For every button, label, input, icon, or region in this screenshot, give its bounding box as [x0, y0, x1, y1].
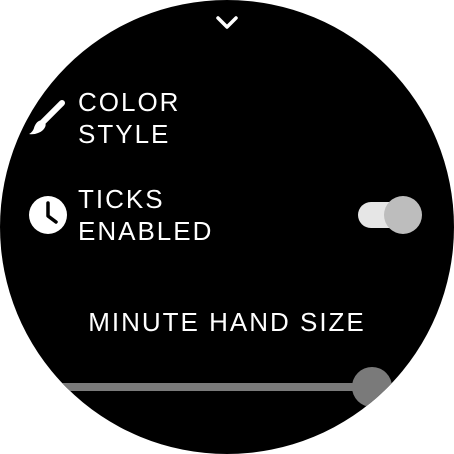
ticks-enabled-setting[interactable]: TICKS ENABLED: [24, 183, 434, 253]
chevron-down-icon[interactable]: [213, 12, 241, 34]
paintbrush-icon: [29, 100, 65, 135]
ticks-enabled-label-line2: ENABLED: [78, 216, 214, 246]
toggle-thumb: [384, 196, 422, 234]
ticks-enabled-toggle[interactable]: [356, 196, 424, 234]
color-style-label-line1: COLOR: [78, 87, 181, 117]
color-style-label-line2: STYLE: [78, 119, 171, 149]
color-style-label: COLOR STYLE: [78, 86, 180, 150]
ticks-enabled-label: TICKS ENABLED: [78, 183, 213, 247]
watch-face-screen: COLOR STYLE TICKS ENABLED MINUTE HAND SI…: [0, 0, 454, 454]
minute-hand-size-title: MINUTE HAND SIZE: [88, 307, 366, 337]
ticks-enabled-label-line1: TICKS: [78, 184, 165, 214]
clock-icon: [29, 196, 67, 234]
color-style-setting[interactable]: COLOR STYLE: [24, 86, 324, 156]
slider-thumb[interactable]: [352, 367, 392, 407]
minute-hand-size-slider[interactable]: [0, 362, 454, 412]
slider-track: [0, 383, 372, 391]
